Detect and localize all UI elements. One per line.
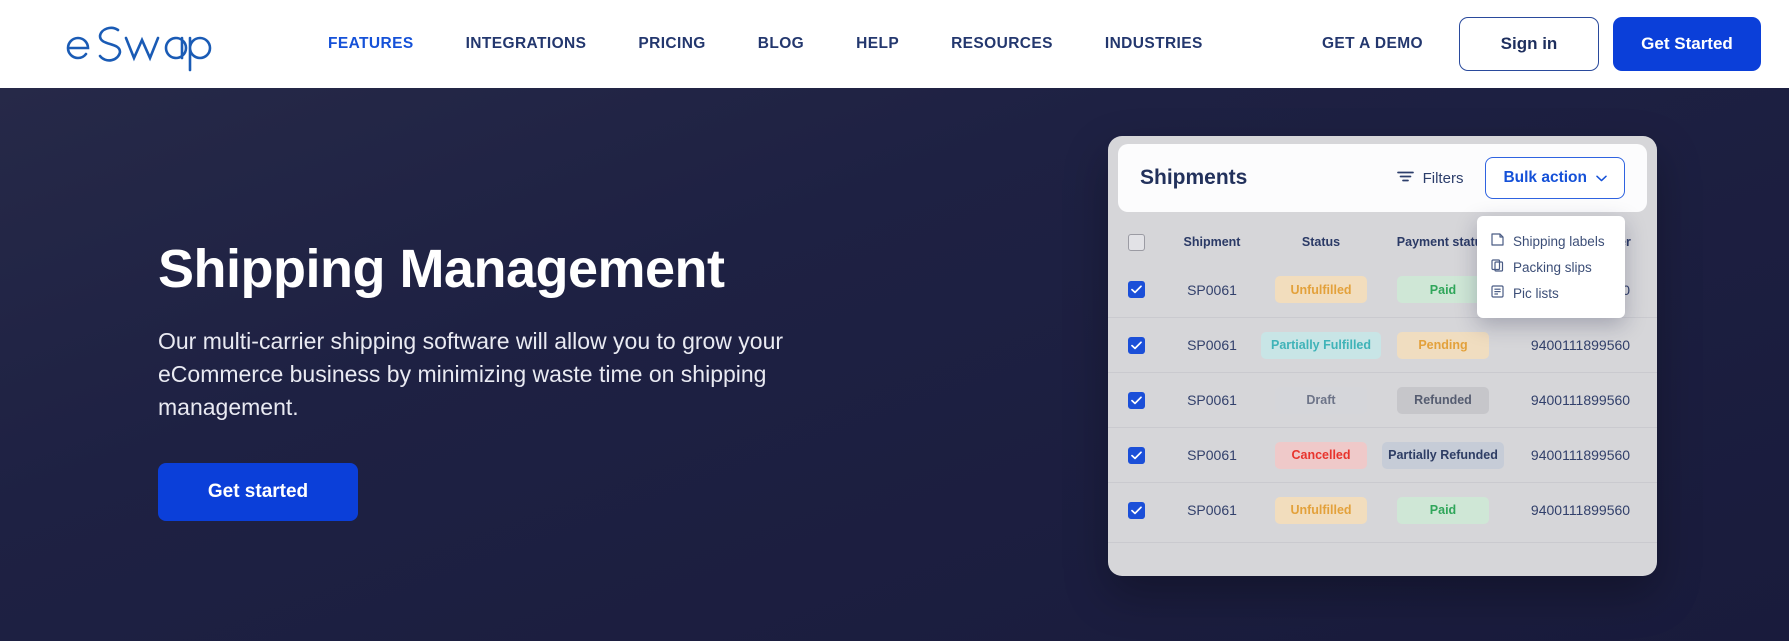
table-row: SP0061 Unfulfilled Paid 9400111899560 [1108, 482, 1657, 537]
status-badge: Draft [1275, 386, 1367, 414]
cell-tracking-number: 9400111899560 [1530, 447, 1631, 463]
cell-shipment-id: SP0061 [1187, 281, 1237, 298]
hero-subtitle: Our multi-carrier shipping software will… [158, 328, 784, 420]
dropdown-item-label: Shipping labels [1513, 233, 1605, 249]
eswap-logo[interactable] [64, 16, 214, 72]
card-title: Shipments [1140, 166, 1248, 189]
get-a-demo-link[interactable]: GET A DEMO [1322, 35, 1423, 53]
cell-status: Partially Fulfilled [1260, 331, 1382, 359]
hero-copy: Shipping Management Our multi-carrier sh… [158, 239, 798, 522]
bulk-action-dropdown-menu: Shipping labels Packing slips Pic lists [1477, 216, 1625, 318]
table-row: SP0061 Draft Refunded 9400111899560 [1108, 372, 1657, 427]
table-row: SP0061 Partially Fulfilled Pending 94001118… [1108, 317, 1657, 372]
filter-icon [1396, 170, 1414, 186]
row-checkbox[interactable] [1127, 336, 1145, 354]
payment-status-badge: Partially Refunded [1382, 441, 1504, 469]
status-badge: Partially Fulfilled [1260, 331, 1382, 359]
hero-section: Shipping Management Our multi-carrier sh… [0, 88, 1789, 641]
column-header-shipment: Shipment [1183, 235, 1241, 249]
select-all-checkbox[interactable] [1127, 233, 1145, 251]
nav-link-integrations[interactable]: INTEGRATIONS [440, 35, 613, 53]
copy-pages-icon [1491, 259, 1504, 275]
cell-payment-status: Pending [1382, 331, 1504, 359]
cell-tracking-number: 9400111899560 [1530, 392, 1631, 408]
row-checkbox[interactable] [1127, 281, 1145, 298]
nav-link-blog[interactable]: BLOG [732, 35, 830, 53]
cell-tracking-number: 9400111899560 [1530, 337, 1631, 353]
row-select-cell [1108, 446, 1164, 464]
nav-link-pricing[interactable]: PRICING [612, 35, 731, 53]
cell-shipment-id: SP0061 [1187, 337, 1237, 353]
payment-status-badge: Refunded [1397, 386, 1489, 414]
sign-in-button[interactable]: Sign in [1459, 17, 1599, 71]
dropdown-item-packing-slips[interactable]: Packing slips [1477, 254, 1625, 280]
get-started-button[interactable]: Get Started [1613, 17, 1761, 71]
dropdown-item-shipping-labels[interactable]: Shipping labels [1477, 228, 1625, 254]
cell-payment-status: Refunded [1382, 386, 1504, 414]
chevron-down-icon [1596, 169, 1607, 187]
card-footer [1108, 542, 1657, 576]
list-document-icon [1491, 285, 1504, 301]
nav-link-resources[interactable]: RESOURCES [925, 35, 1079, 53]
cell-status: Cancelled [1260, 441, 1382, 469]
dropdown-item-label: Packing slips [1513, 259, 1592, 275]
label-tag-icon [1491, 233, 1504, 249]
row-checkbox[interactable] [1127, 501, 1145, 519]
row-select-cell [1108, 501, 1164, 519]
primary-nav: FEATURES INTEGRATIONS PRICING BLOG HELP … [302, 0, 1229, 88]
column-header-status: Status [1301, 235, 1341, 249]
payment-status-badge: Pending [1397, 331, 1489, 359]
bulk-action-button[interactable]: Bulk action [1485, 157, 1625, 199]
status-badge: Cancelled [1275, 441, 1367, 469]
cell-shipment-id: SP0061 [1187, 502, 1237, 518]
nav-link-help[interactable]: HELP [830, 35, 925, 53]
page-title: Shipping Management [158, 239, 725, 299]
row-checkbox[interactable] [1127, 446, 1145, 464]
nav-link-industries[interactable]: INDUSTRIES [1079, 35, 1229, 53]
row-select-cell [1108, 391, 1164, 409]
bulk-action-label: Bulk action [1503, 169, 1587, 186]
eswap-logo-mark [66, 26, 212, 72]
cell-status: Unfulfilled [1260, 496, 1382, 524]
hero-get-started-button[interactable]: Get started [158, 463, 358, 522]
filters-button[interactable]: Filters [1396, 169, 1464, 187]
payment-status-badge: Paid [1397, 496, 1489, 524]
cell-shipment-id: SP0061 [1187, 392, 1237, 408]
cell-tracking-number: 9400111899560 [1530, 502, 1631, 518]
shipments-dashboard-card: Shipments Filters Bulk action Shipping l… [1108, 136, 1657, 576]
row-checkbox[interactable] [1127, 391, 1145, 409]
filters-label: Filters [1422, 169, 1464, 187]
nav-link-features[interactable]: FEATURES [302, 35, 440, 53]
table-row: SP0061 Cancelled Partially Refunded 9400111… [1108, 427, 1657, 482]
status-badge: Unfulfilled [1275, 496, 1367, 524]
cell-payment-status: Paid [1382, 496, 1504, 524]
dropdown-item-pic-lists[interactable]: Pic lists [1477, 280, 1625, 306]
row-select-cell [1108, 336, 1164, 354]
dropdown-item-label: Pic lists [1513, 285, 1559, 301]
status-badge: Unfulfilled [1275, 276, 1367, 303]
cell-payment-status: Partially Refunded [1382, 441, 1504, 469]
top-navigation-bar: FEATURES INTEGRATIONS PRICING BLOG HELP … [0, 0, 1789, 88]
cell-shipment-id: SP0061 [1187, 447, 1237, 463]
payment-status-badge: Paid [1397, 276, 1489, 303]
row-select-cell [1108, 281, 1164, 298]
nav-actions: GET A DEMO Sign in Get Started [1322, 0, 1761, 88]
select-all-cell [1108, 233, 1164, 251]
cell-status: Unfulfilled [1260, 276, 1382, 303]
card-header: Shipments Filters Bulk action [1118, 144, 1647, 212]
cell-status: Draft [1260, 386, 1382, 414]
